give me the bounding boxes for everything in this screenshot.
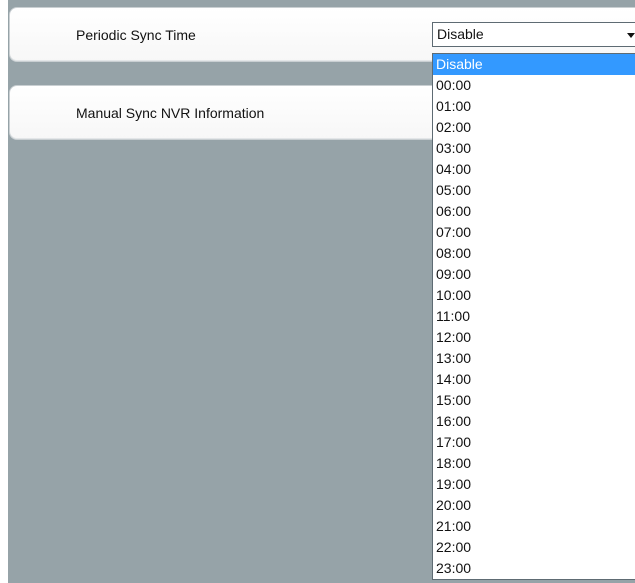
dropdown-option[interactable]: 00:00 bbox=[433, 75, 635, 96]
dropdown-option[interactable]: 02:00 bbox=[433, 117, 635, 138]
dropdown-option[interactable]: 07:00 bbox=[433, 222, 635, 243]
dropdown-option[interactable]: 19:00 bbox=[433, 474, 635, 495]
dropdown-option[interactable]: 14:00 bbox=[433, 369, 635, 390]
dropdown-option[interactable]: 18:00 bbox=[433, 453, 635, 474]
dropdown-option[interactable]: 21:00 bbox=[433, 516, 635, 537]
periodic-sync-dropdown[interactable]: Disable 00:00 01:00 02:00 03:00 04:00 05… bbox=[432, 53, 635, 580]
periodic-sync-value: Disable bbox=[437, 26, 484, 42]
dropdown-option[interactable]: 05:00 bbox=[433, 180, 635, 201]
dropdown-option[interactable]: 13:00 bbox=[433, 348, 635, 369]
chevron-down-icon[interactable] bbox=[627, 33, 635, 38]
dropdown-option[interactable]: 16:00 bbox=[433, 411, 635, 432]
dropdown-option[interactable]: 20:00 bbox=[433, 495, 635, 516]
dropdown-option[interactable]: 06:00 bbox=[433, 201, 635, 222]
dropdown-option[interactable]: 04:00 bbox=[433, 159, 635, 180]
dropdown-option[interactable]: 11:00 bbox=[433, 306, 635, 327]
dropdown-option[interactable]: 01:00 bbox=[433, 96, 635, 117]
manual-sync-label[interactable]: Manual Sync NVR Information bbox=[76, 105, 264, 121]
periodic-sync-select[interactable]: Disable bbox=[432, 22, 635, 47]
dropdown-option[interactable]: 03:00 bbox=[433, 138, 635, 159]
dropdown-option[interactable]: Disable bbox=[433, 54, 635, 75]
dropdown-option[interactable]: 15:00 bbox=[433, 390, 635, 411]
dropdown-option[interactable]: 17:00 bbox=[433, 432, 635, 453]
left-edge bbox=[0, 0, 8, 583]
settings-window: Periodic Sync Time Manual Sync NVR Infor… bbox=[0, 0, 635, 583]
dropdown-option[interactable]: 08:00 bbox=[433, 243, 635, 264]
dropdown-option[interactable]: 10:00 bbox=[433, 285, 635, 306]
dropdown-option[interactable]: 12:00 bbox=[433, 327, 635, 348]
dropdown-option[interactable]: 22:00 bbox=[433, 537, 635, 558]
dropdown-option[interactable]: 23:00 bbox=[433, 558, 635, 579]
periodic-sync-label: Periodic Sync Time bbox=[76, 27, 196, 43]
dropdown-option[interactable]: 09:00 bbox=[433, 264, 635, 285]
